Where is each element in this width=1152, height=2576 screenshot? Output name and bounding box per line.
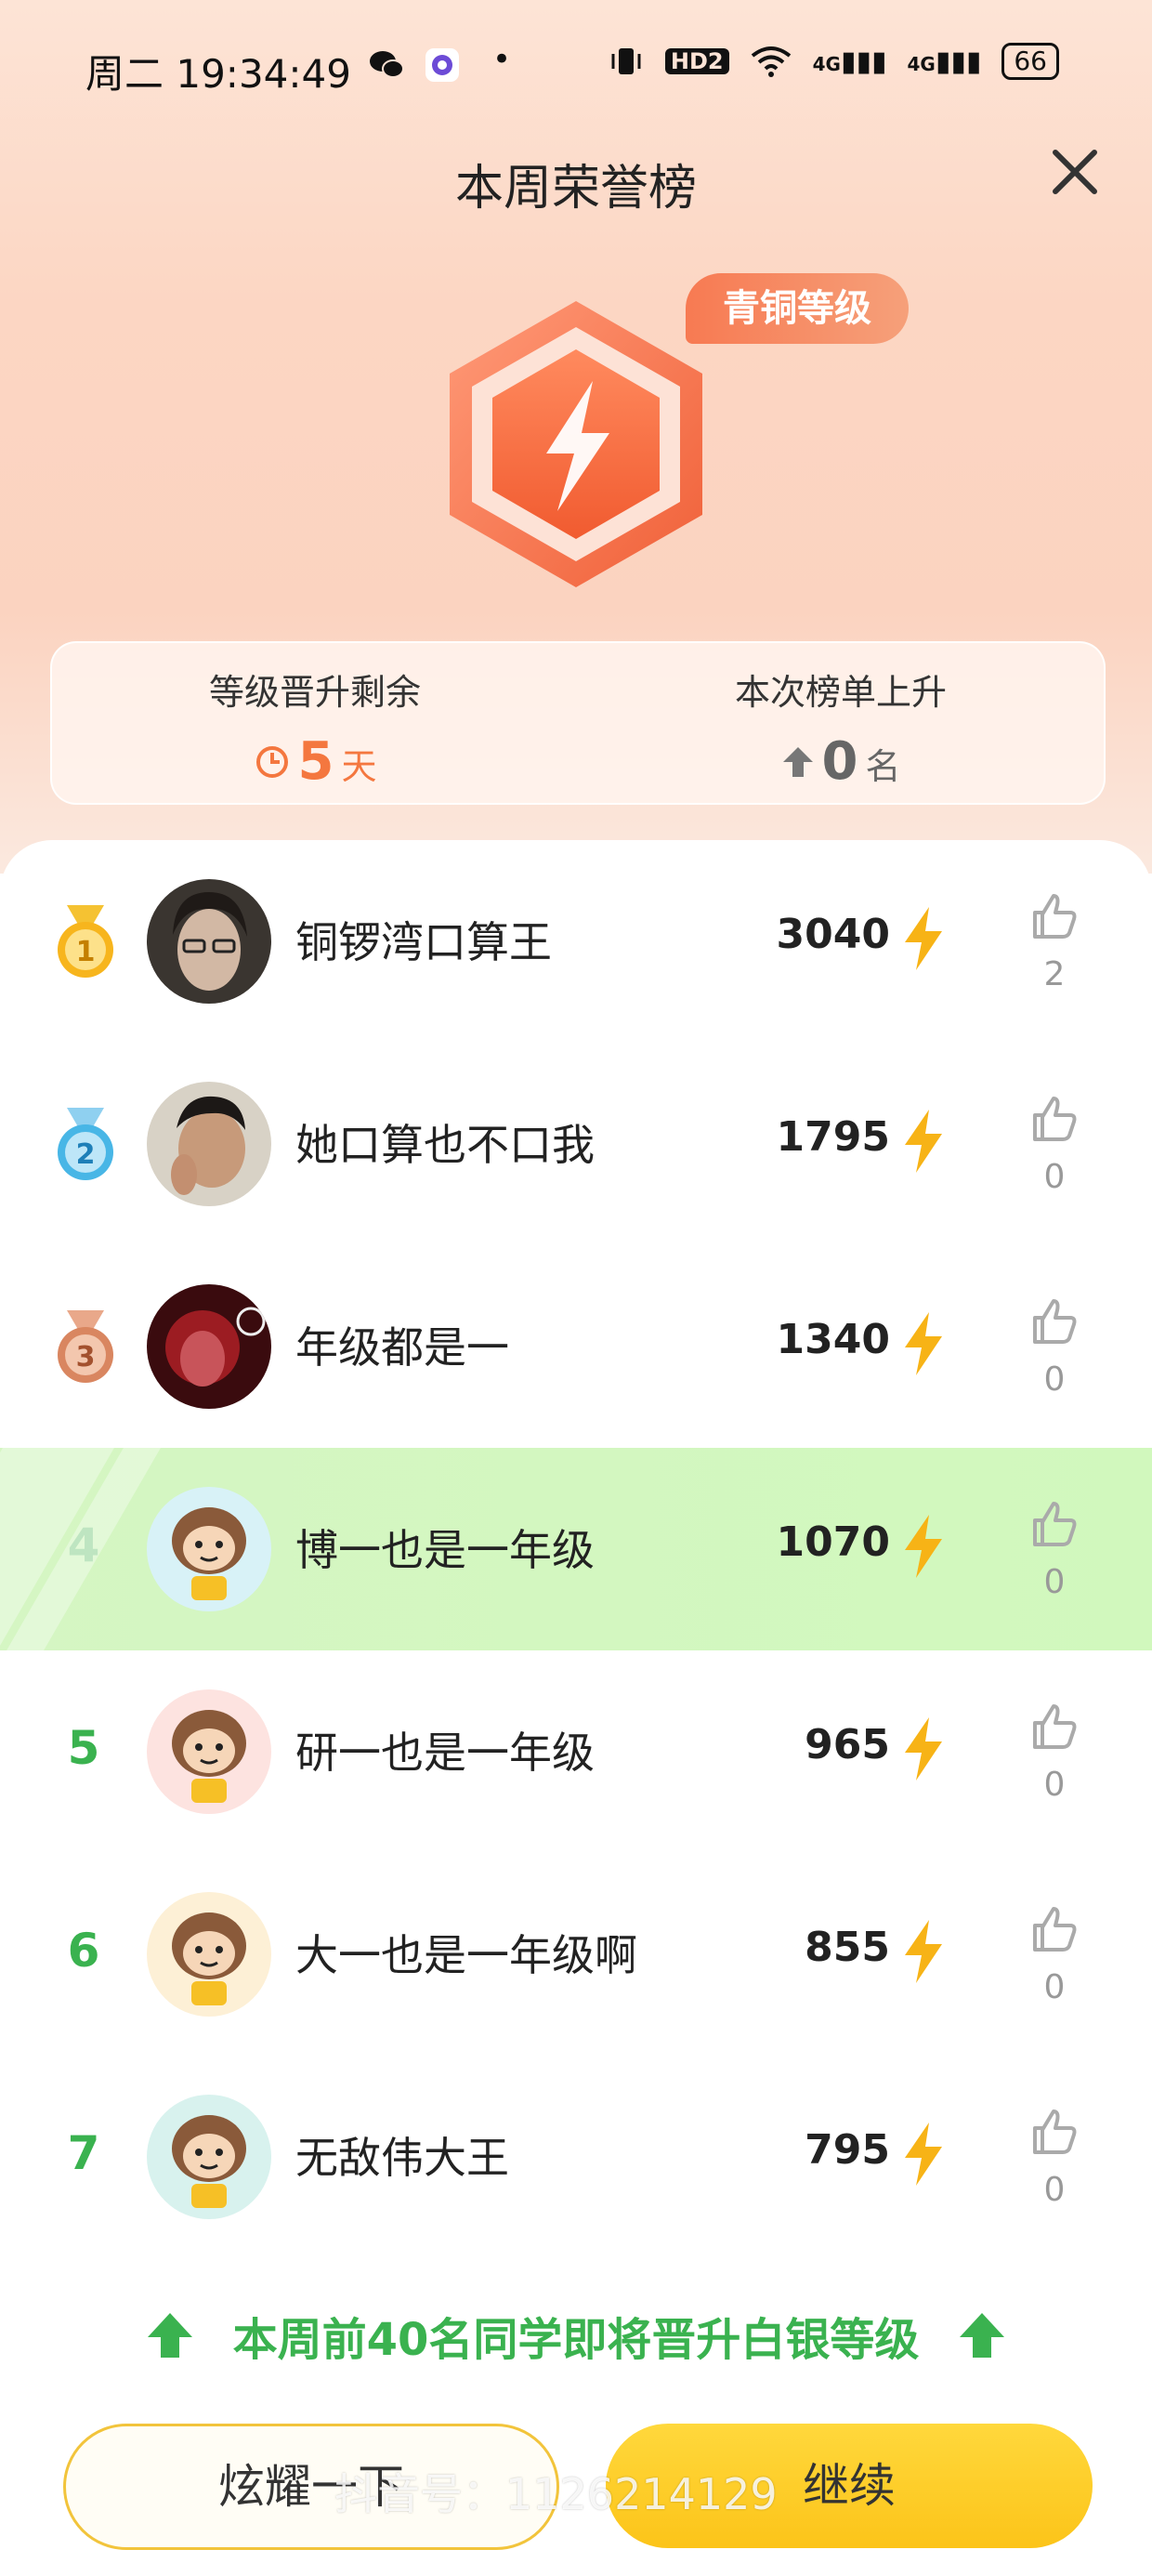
lightning-icon [905, 1312, 942, 1375]
signal-2-icon: 4G▮▮▮ [907, 45, 982, 78]
days-unit: 天 [341, 746, 377, 787]
score: 1340 [776, 1316, 890, 1363]
hd-icon: HD2 [664, 48, 729, 74]
status-time: 周二 19:34:49 [85, 51, 351, 97]
thumbs-up-icon[interactable] [1028, 1498, 1080, 1550]
bronze-medal-icon: 3 [58, 1310, 113, 1383]
thumbs-up-icon[interactable] [1028, 1295, 1080, 1347]
user-name: 研一也是一年级 [295, 1728, 595, 1778]
user-name: 年级都是一 [295, 1322, 509, 1373]
lightning-icon [905, 907, 942, 970]
vibrate-icon [611, 48, 641, 74]
stats-card: 等级晋升剩余 5 天 本次榜单上升 0 名 [50, 641, 1106, 805]
like-count: 0 [1043, 1563, 1066, 1601]
rank-rise-value: 0 [821, 731, 858, 792]
medal-rank-text: 3 [76, 1341, 96, 1373]
watermark: 抖音号：1126214129 [334, 2469, 778, 2519]
rank-rise-stat: 本次榜单上升 0 名 [578, 664, 1104, 792]
user-name: 博一也是一年级 [295, 1525, 595, 1575]
avatar [147, 1284, 271, 1409]
rank-number: 5 [67, 1721, 100, 1775]
monkey-avatar [147, 1892, 271, 2017]
score: 965 [805, 1721, 890, 1768]
bronze-badge-icon [450, 301, 702, 587]
clock-icon [255, 745, 288, 778]
gold-medal-icon: 1 [58, 905, 113, 978]
user-name: 她口算也不口我 [295, 1120, 595, 1170]
thumbs-up-icon[interactable] [1028, 1701, 1080, 1753]
medal-rank-text: 2 [76, 1138, 96, 1171]
rank-rise-label: 本次榜单上升 [734, 672, 947, 713]
monkey-avatar [147, 1487, 271, 1611]
like-count: 0 [1043, 1766, 1066, 1804]
user-name: 大一也是一年级啊 [295, 1930, 637, 1980]
thumbs-up-icon[interactable] [1028, 2106, 1080, 2158]
days-remaining-value: 5 [297, 731, 334, 792]
like-count: 0 [1043, 1158, 1066, 1196]
promotion-text: 本周前40名同学即将晋升白银等级 [232, 2314, 920, 2366]
thumbs-up-icon[interactable] [1028, 1903, 1080, 1955]
badge-level-label: 青铜等级 [686, 273, 909, 344]
medal-rank-text: 1 [76, 936, 96, 968]
leaderboard-row[interactable]: 6 大一也是一年级啊 855 0 [0, 1853, 1152, 2056]
wechat-icon [370, 51, 404, 78]
signal-1-icon: 4G▮▮▮ [812, 45, 887, 78]
like-count: 0 [1043, 1968, 1066, 2006]
leaderboard-row[interactable]: 1 铜锣湾口算王 3040 2 [0, 840, 1152, 1043]
score: 855 [805, 1924, 890, 1971]
lightning-icon [905, 1515, 942, 1578]
green-arrow-up-icon [960, 2313, 1005, 2358]
avatar [147, 879, 271, 1004]
promotion-remaining-label: 等级晋升剩余 [208, 672, 421, 713]
monkey-avatar [147, 2095, 271, 2219]
green-arrow-up-icon [147, 2313, 192, 2358]
score: 1795 [776, 1113, 890, 1161]
monkey-avatar [147, 1689, 271, 1814]
leaderboard-row[interactable]: 2 她口算也不口我 1795 0 [0, 1043, 1152, 1245]
rank-number: 6 [67, 1924, 100, 1978]
thumbs-up-icon[interactable] [1028, 1093, 1080, 1145]
score: 1070 [776, 1518, 890, 1566]
thumbs-up-icon[interactable] [1028, 890, 1080, 942]
lightning-icon [905, 1920, 942, 1983]
like-count: 2 [1043, 955, 1066, 993]
silver-medal-icon: 2 [58, 1108, 113, 1180]
page-title: 本周荣誉榜 [454, 161, 697, 217]
score: 795 [805, 2126, 890, 2174]
like-count: 0 [1043, 1360, 1066, 1399]
rank-unit: 名 [865, 746, 901, 787]
battery-icon: 66 [1001, 43, 1059, 80]
lightning-icon [905, 1110, 942, 1173]
leaderboard-row[interactable]: 3 年级都是一 1340 0 [0, 1245, 1152, 1448]
promotion-notice: 本周前40名同学即将晋升白银等级 [0, 2303, 1152, 2368]
rank-number: 4 [67, 1518, 100, 1572]
lightning-icon [905, 2123, 942, 2186]
leaderboard-row[interactable]: 5 研一也是一年级 965 0 [0, 1650, 1152, 1853]
status-right-group: HD2 4G▮▮▮ 4G▮▮▮ 66 [608, 43, 1059, 80]
arrow-up-icon [782, 746, 813, 777]
promotion-remaining-stat: 等级晋升剩余 5 天 [52, 664, 578, 792]
rank-number: 7 [67, 2126, 100, 2180]
score: 3040 [776, 911, 890, 958]
user-name: 无敌伟大王 [295, 2133, 509, 2183]
like-count: 0 [1043, 2171, 1066, 2209]
close-icon[interactable] [1042, 139, 1107, 204]
leaderboard-row[interactable]: 7 无敌伟大王 795 0 [0, 2056, 1152, 2258]
notification-dot: • [492, 41, 512, 78]
lightning-icon [905, 1717, 942, 1781]
status-bar: 周二 19:34:49 • HD2 4G▮▮▮ 4G▮▮▮ 66 [0, 37, 1152, 102]
user-name: 铜锣湾口算王 [295, 917, 552, 967]
avatar [147, 1082, 271, 1206]
leaderboard-row-current-user[interactable]: 4 博一也是一年级 1070 0 [0, 1448, 1152, 1650]
wifi-icon [751, 46, 791, 77]
app-icon [425, 48, 459, 82]
